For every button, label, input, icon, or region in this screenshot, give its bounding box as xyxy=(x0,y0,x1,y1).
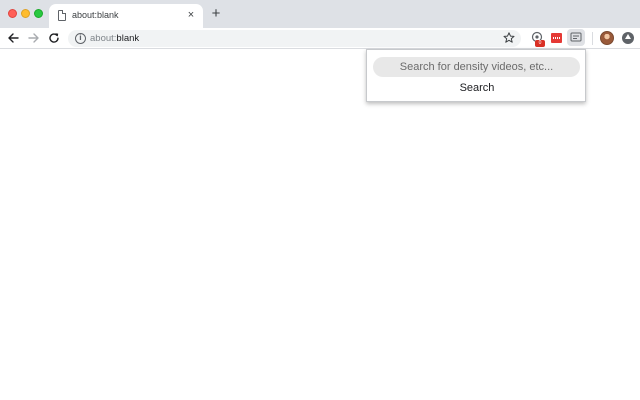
url-scheme: about: xyxy=(90,33,117,44)
info-icon[interactable]: i xyxy=(75,33,86,44)
window-minimize-button[interactable] xyxy=(21,9,30,18)
density-extension-button[interactable] xyxy=(567,29,585,46)
density-extension-icon xyxy=(569,30,583,44)
browser-toolbar: i about:blank 0 xyxy=(0,28,640,49)
update-icon[interactable] xyxy=(622,32,634,44)
search-input[interactable] xyxy=(373,57,580,77)
url-text[interactable]: about:blank xyxy=(90,33,139,44)
profile-avatar[interactable] xyxy=(600,31,614,45)
new-tab-button[interactable]: + xyxy=(209,6,223,21)
tab-title: about:blank xyxy=(72,10,119,20)
tab-close-icon[interactable]: × xyxy=(185,9,197,21)
back-arrow-icon[interactable] xyxy=(6,31,20,45)
reload-icon[interactable] xyxy=(47,31,61,45)
forward-arrow-icon[interactable] xyxy=(27,31,41,45)
red-extension-icon[interactable] xyxy=(551,33,562,43)
search-button[interactable]: Search xyxy=(442,80,512,96)
tab-about-blank[interactable]: about:blank × xyxy=(49,4,203,28)
tab-strip: about:blank × + xyxy=(0,0,640,28)
page-content xyxy=(0,50,640,400)
browser-window: about:blank × + i about:blank 0 Search f… xyxy=(0,0,640,400)
page-icon xyxy=(58,10,66,21)
star-icon[interactable] xyxy=(502,31,516,45)
extension-badge-count: 0 xyxy=(535,40,545,47)
address-bar[interactable]: i about:blank xyxy=(68,30,521,47)
window-close-button[interactable] xyxy=(8,9,17,18)
url-path: blank xyxy=(116,33,140,44)
extension-popup: Search xyxy=(366,49,586,102)
toolbar-divider xyxy=(592,32,593,45)
window-maximize-button[interactable] xyxy=(34,9,43,18)
